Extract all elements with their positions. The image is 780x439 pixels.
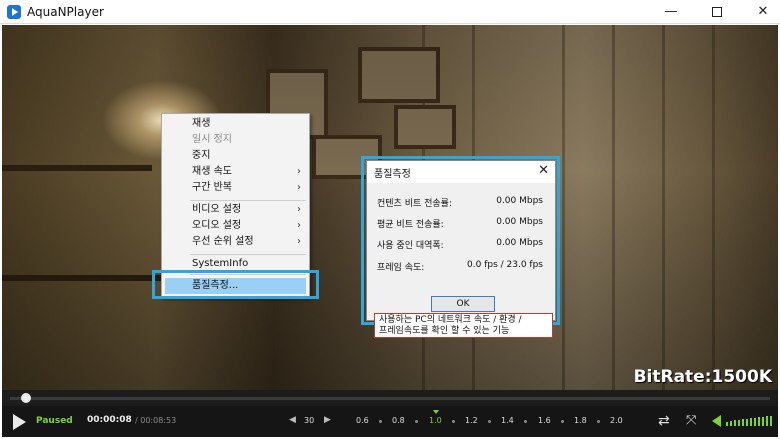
volume-bar	[746, 419, 748, 426]
seek-track[interactable]	[10, 397, 770, 400]
chevron-right-icon: ›	[297, 204, 301, 215]
window-title: AquaNPlayer	[27, 5, 104, 19]
speed-option-0-6[interactable]: 0.6	[356, 416, 369, 425]
control-bar: Paused 00:00:08 / 00:08:53 ◀ 30 ▶ 0.6 0.…	[2, 406, 778, 437]
play-icon[interactable]	[13, 414, 26, 430]
fullscreen-icon[interactable]: ⤧	[686, 414, 700, 428]
highlight-box	[152, 270, 319, 299]
dialog-title: 품질측정	[374, 169, 411, 180]
speed-option-1-2[interactable]: 1.2	[465, 416, 478, 425]
speaker-icon[interactable]	[712, 415, 721, 427]
seek-bar[interactable]	[2, 390, 778, 406]
volume-bar	[758, 417, 760, 426]
menu-item-stop[interactable]: 중지	[162, 148, 309, 164]
average-bitrate-label: 평균 비트 전송률:	[377, 220, 444, 230]
current-time: 00:00:08	[87, 415, 132, 425]
bandwidth-value: 0.00 Mbps	[496, 238, 543, 248]
volume-bar	[734, 420, 736, 426]
volume-bar	[762, 417, 764, 426]
menu-item-playback-speed[interactable]: 재생 속도 ›	[162, 164, 309, 180]
volume-bar	[766, 416, 768, 426]
volume-bar	[738, 420, 740, 426]
dialog-title-bar: 품질측정 ✕	[367, 161, 555, 183]
speed-option-1-0[interactable]: 1.0	[429, 416, 442, 425]
volume-bar	[770, 416, 772, 426]
menu-item-section-repeat[interactable]: 구간 반복 ›	[162, 180, 309, 196]
minimize-button[interactable]: —	[648, 0, 694, 24]
bitrate-overlay: BitRate:1500K	[633, 367, 772, 387]
speed-dot	[379, 420, 382, 423]
volume-bar	[750, 418, 752, 426]
chevron-right-icon: ›	[297, 236, 301, 247]
speed-dot	[488, 420, 491, 423]
title-bar: AquaNPlayer — ✕	[0, 0, 780, 24]
chevron-right-icon: ›	[297, 220, 301, 231]
content-bitrate-value: 0.00 Mbps	[496, 196, 543, 206]
seek-thumb[interactable]	[21, 393, 31, 403]
bandwidth-label: 사용 중인 대역폭:	[377, 241, 444, 251]
menu-item-pause[interactable]: 일시 정지	[162, 132, 309, 148]
menu-item-video-settings[interactable]: 비디오 설정 ›	[162, 202, 309, 218]
speed-dot	[597, 420, 600, 423]
frame-rate-value: 0.0 fps / 23.0 fps	[467, 260, 543, 270]
maximize-icon	[712, 6, 722, 17]
speed-dot	[415, 420, 418, 423]
speed-dot	[524, 420, 527, 423]
volume-bar	[742, 419, 744, 426]
tooltip-line: 사용하는 PC의 네트워크 속도 / 환경 /	[379, 315, 522, 325]
speed-option-0-8[interactable]: 0.8	[392, 416, 405, 425]
menu-item-play[interactable]: 재생	[162, 116, 309, 132]
total-time: / 00:08:53	[135, 416, 177, 425]
playback-status: Paused	[36, 416, 73, 426]
speed-indicator-icon	[433, 410, 439, 414]
speed-option-2-0[interactable]: 2.0	[610, 416, 623, 425]
menu-divider	[190, 200, 306, 201]
speed-option-1-4[interactable]: 1.4	[501, 416, 514, 425]
speed-option-1-8[interactable]: 1.8	[574, 416, 587, 425]
menu-divider	[190, 254, 306, 255]
dialog-close-button[interactable]: ✕	[538, 163, 549, 178]
chevron-right-icon: ›	[297, 182, 301, 193]
chevron-right-icon: ›	[297, 166, 301, 177]
speed-dot	[561, 420, 564, 423]
skip-back-icon[interactable]: ◀	[289, 415, 296, 425]
app-logo-icon	[7, 5, 21, 19]
menu-item-priority-settings[interactable]: 우선 순위 설정 ›	[162, 234, 309, 250]
ok-button[interactable]: OK	[431, 296, 495, 312]
frame-rate-label: 프레임 속도:	[377, 263, 425, 273]
content-bitrate-label: 컨텐츠 비트 전송률:	[377, 199, 452, 209]
repeat-icon[interactable]: ⇄	[658, 414, 674, 428]
skip-seconds: 30	[304, 416, 315, 425]
volume-bar	[754, 418, 756, 426]
close-button[interactable]: ✕	[740, 0, 780, 24]
volume-slider[interactable]	[726, 416, 772, 426]
tooltip-line: 프레임속도를 확인 할 수 있는 기능	[379, 326, 510, 336]
speed-dot	[452, 420, 455, 423]
volume-bar	[726, 422, 728, 426]
maximize-button[interactable]	[694, 0, 740, 24]
average-bitrate-value: 0.00 Mbps	[496, 217, 543, 227]
speed-option-1-6[interactable]: 1.6	[538, 416, 551, 425]
volume-bar	[730, 421, 732, 426]
menu-item-audio-settings[interactable]: 오디오 설정 ›	[162, 218, 309, 234]
quality-dialog: 품질측정 ✕ 컨텐츠 비트 전송률: 0.00 Mbps 평균 비트 전송률: …	[366, 160, 556, 321]
skip-forward-icon[interactable]: ▶	[324, 415, 331, 425]
annotation-tooltip: 사용하는 PC의 네트워크 속도 / 환경 / 프레임속도를 확인 할 수 있는…	[374, 313, 553, 338]
